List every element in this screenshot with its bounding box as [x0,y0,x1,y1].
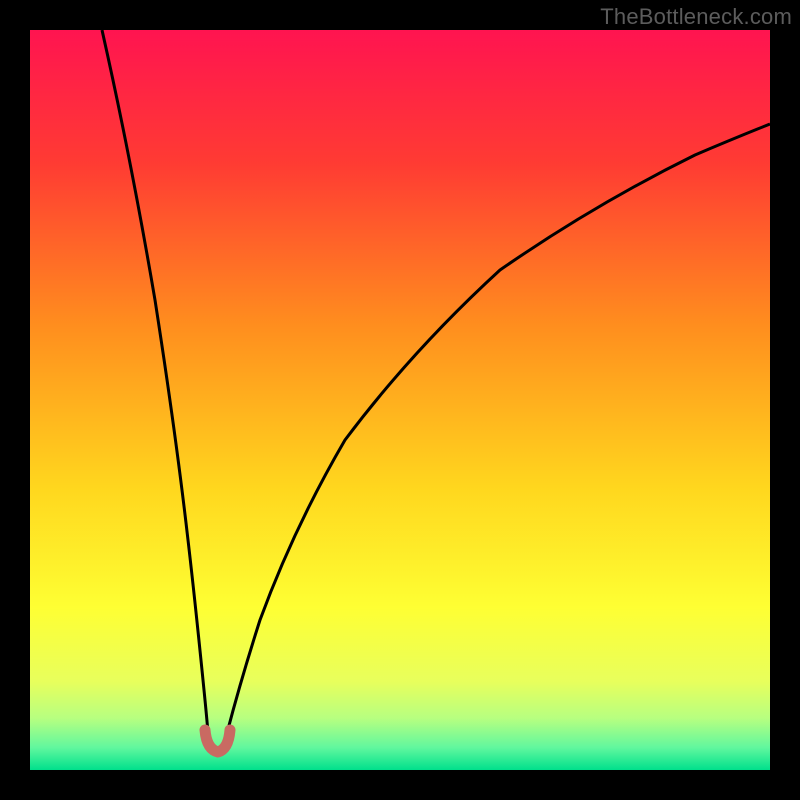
watermark-text: TheBottleneck.com [600,4,792,30]
chart-frame: TheBottleneck.com [0,0,800,800]
plot-area [30,30,770,770]
trough-marker [205,730,230,752]
curve-left [102,30,208,733]
curve-right [227,124,770,733]
curves-layer [30,30,770,770]
